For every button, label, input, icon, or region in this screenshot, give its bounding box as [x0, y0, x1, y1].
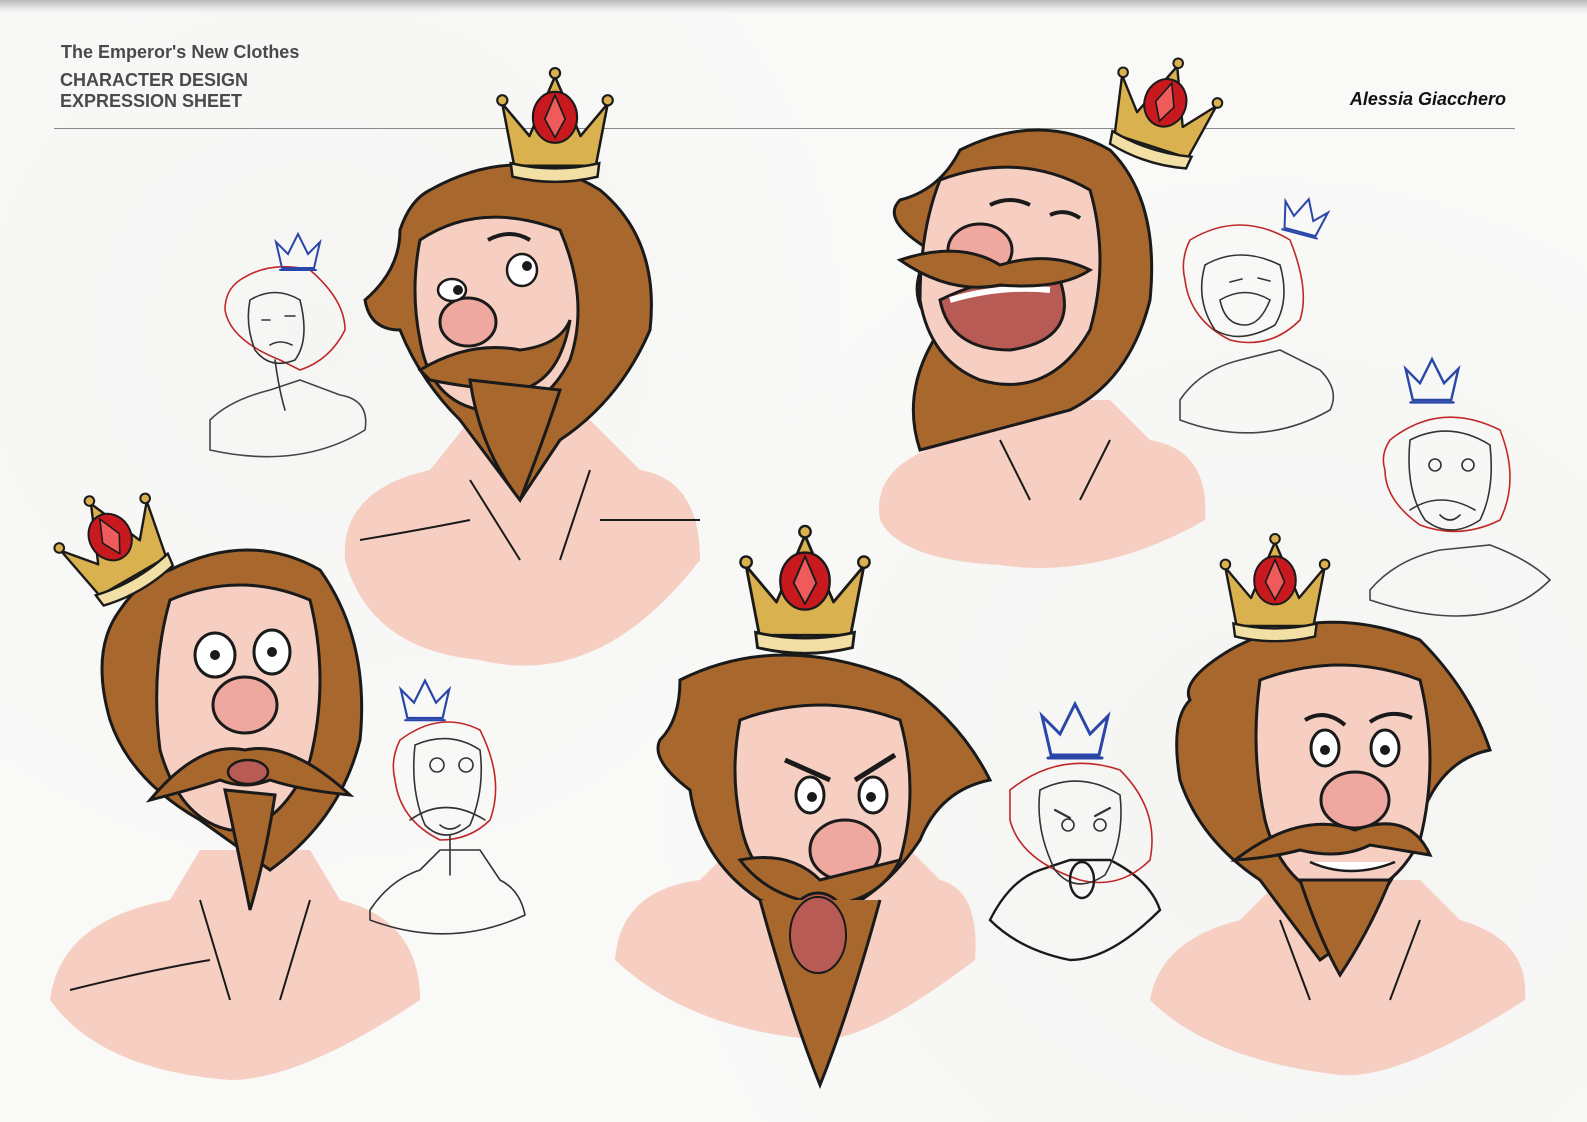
color-head-skeptical [344, 66, 700, 666]
sketch-skeptical [209, 233, 367, 458]
sketch-surprised [1369, 358, 1552, 617]
color-head-angry [615, 524, 993, 1090]
artwork-canvas [38, 40, 1552, 1090]
sketch-shocked [369, 679, 526, 935]
color-head-laughing [879, 40, 1233, 568]
sketch-laughing [1179, 192, 1335, 434]
sketch-angry [988, 702, 1162, 962]
expression-sheet: The Emperor's New Clothes CHARACTER DESI… [0, 0, 1587, 1122]
